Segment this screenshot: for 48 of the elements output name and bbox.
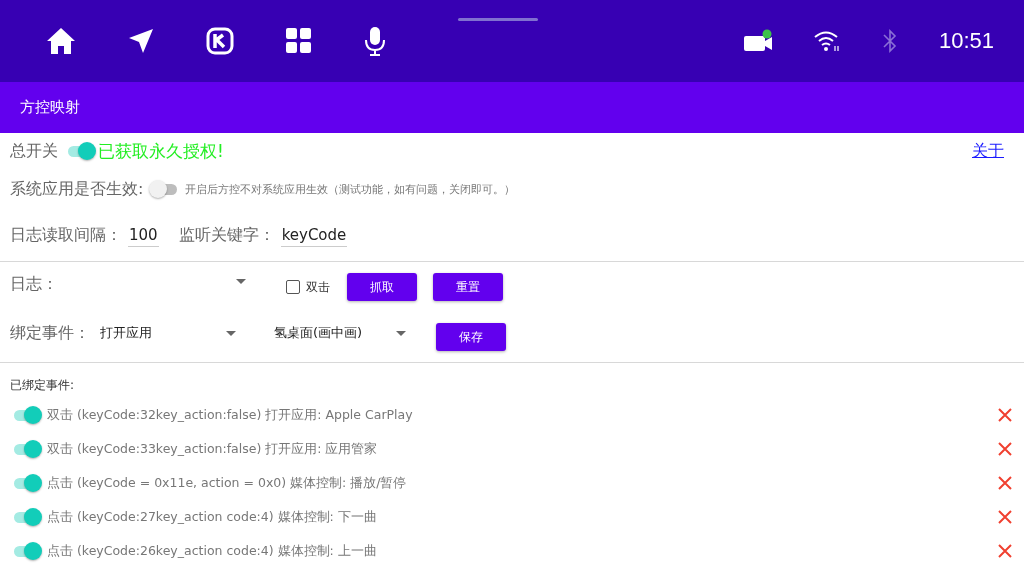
- bind-event-label: 绑定事件：: [10, 322, 90, 344]
- keyword-label: 监听关键字：: [178, 224, 275, 246]
- app-icon[interactable]: [206, 27, 234, 55]
- bound-event-text: 点击 (keyCode:26key_action code:4) 媒体控制: 上一曲: [47, 542, 377, 560]
- toggle-switch[interactable]: [66, 141, 96, 161]
- master-switch-label: 总开关: [10, 140, 58, 162]
- delete-icon[interactable]: [998, 476, 1012, 490]
- keyword-field[interactable]: keyCode: [280, 223, 348, 247]
- capture-button[interactable]: 抓取: [347, 273, 417, 301]
- home-icon[interactable]: [46, 27, 76, 55]
- grid-icon[interactable]: [286, 28, 312, 54]
- delete-icon[interactable]: [998, 544, 1012, 558]
- drag-handle[interactable]: [458, 18, 538, 21]
- bound-event-text: 点击 (keyCode:27key_action code:4) 媒体控制: 下一曲: [47, 508, 377, 526]
- bound-event-text: 点击 (keyCode = 0x11e, action = 0x0) 媒体控制: 播放/暂停: [47, 474, 407, 492]
- authorization-status: 已获取永久授权!: [98, 139, 224, 163]
- section-title: 已绑定事件:: [9, 377, 76, 394]
- delete-icon[interactable]: [998, 510, 1012, 524]
- save-button[interactable]: 保存: [436, 323, 506, 351]
- checkbox[interactable]: [286, 280, 300, 294]
- dropdown-caret-icon: [226, 330, 236, 336]
- toggle-switch[interactable]: [12, 439, 42, 459]
- clock-time: 10:51: [938, 28, 994, 54]
- app-title: 方控映射: [20, 98, 80, 117]
- log-interval-label: 日志读取间隔：: [10, 224, 122, 246]
- delete-icon[interactable]: [998, 442, 1012, 456]
- toggle-switch[interactable]: [12, 507, 42, 527]
- system-apps-hint: 开启后方控不对系统应用生效（测试功能，如有问题，关闭即可。）: [185, 181, 516, 197]
- video-camera-icon: [742, 29, 773, 53]
- wifi-icon: [812, 30, 841, 52]
- dropdown-caret-icon: [236, 278, 246, 284]
- microphone-icon[interactable]: [364, 26, 386, 56]
- log-label: 日志：: [10, 273, 59, 295]
- delete-icon[interactable]: [998, 408, 1012, 422]
- toggle-switch[interactable]: [12, 405, 42, 425]
- about-link[interactable]: 关于: [972, 140, 1004, 162]
- toggle-switch[interactable]: [12, 541, 42, 561]
- bound-event-text: 双击 (keyCode:32key_action:false) 打开应用: Apple CarPlay: [47, 406, 413, 424]
- dropdown-caret-icon: [396, 330, 406, 336]
- toggle-switch[interactable]: [12, 473, 42, 493]
- navigation-icon[interactable]: [128, 28, 154, 54]
- action-dropdown[interactable]: 打开应用: [90, 320, 246, 346]
- bound-event-text: 双击 (keyCode:33key_action:false) 打开应用: 应用管家: [47, 440, 378, 458]
- system-apps-label: 系统应用是否生效:: [10, 178, 144, 200]
- app-dropdown[interactable]: 氢桌面(画中画): [264, 320, 416, 346]
- log-interval-field[interactable]: 100: [128, 223, 159, 247]
- reset-button[interactable]: 重置: [433, 273, 503, 301]
- checkbox-label: 双击: [306, 278, 330, 296]
